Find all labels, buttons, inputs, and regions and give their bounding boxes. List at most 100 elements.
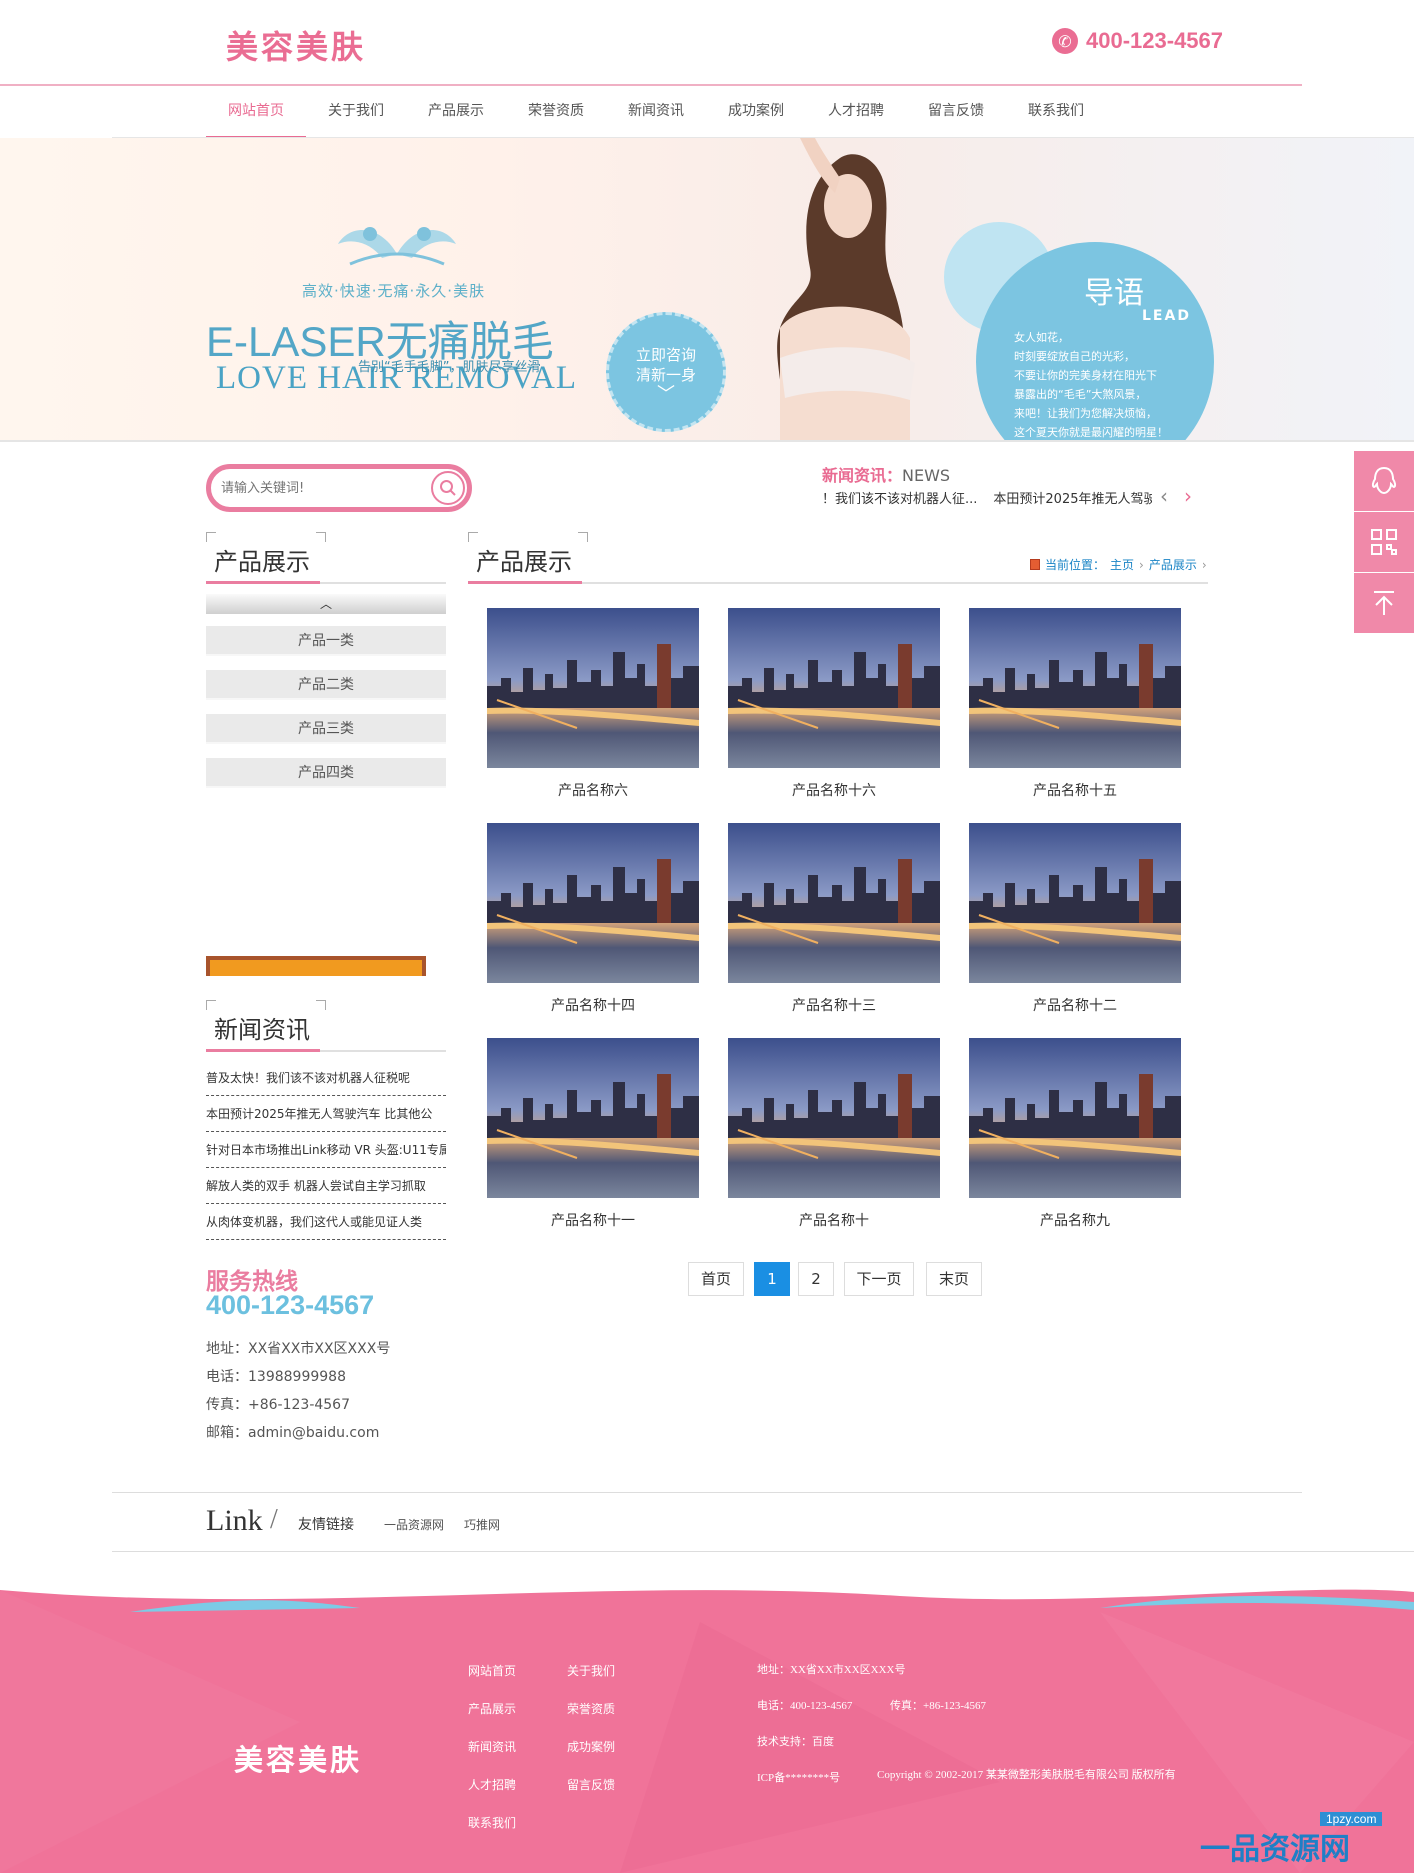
banner-divider [0, 440, 1414, 442]
product-name[interactable]: 产品名称十一 [487, 1210, 699, 1230]
product-image[interactable] [728, 1038, 940, 1198]
product-image[interactable] [728, 608, 940, 768]
contact-fax: 传真：+86-123-4567 [206, 1397, 350, 1413]
footer-nav-item[interactable]: 关于我们 [567, 1662, 615, 1679]
link-slash: / [270, 1504, 278, 1535]
news-ticker-item[interactable]: 本田预计2025年推无人驾驶汽车 [993, 492, 1152, 507]
search-box [206, 464, 472, 512]
page-last-button[interactable]: 末页 [926, 1262, 982, 1296]
footer-fax: 传真：+86-123-4567 [890, 1700, 987, 1712]
product-card[interactable]: 产品名称九 [969, 1038, 1181, 1230]
product-card[interactable]: 产品名称十四 [487, 823, 699, 1015]
hero-banner[interactable]: 高效·快速·无痛·永久·美肤 E-LASER无痛脱毛 LOVE HAIR REM… [0, 138, 1414, 440]
nav-item-feedback[interactable]: 留言反馈 [906, 86, 1006, 138]
nav-item-jobs[interactable]: 人才招聘 [806, 86, 906, 138]
qq-icon [1371, 466, 1397, 495]
scroll-bar[interactable] [206, 956, 426, 976]
chevron-right-icon: › [1139, 557, 1144, 572]
chevron-up-icon[interactable]: ︿ [206, 594, 446, 614]
product-card[interactable]: 产品名称十三 [728, 823, 940, 1015]
product-image[interactable] [969, 1038, 1181, 1198]
news-list-item[interactable]: 普及太快！我们该不该对机器人征税呢 [206, 1060, 446, 1096]
product-image[interactable] [487, 1038, 699, 1198]
nav-item-home[interactable]: 网站首页 [206, 86, 306, 138]
site-logo[interactable]: 美容美肤 [226, 22, 366, 68]
footer-nav-item[interactable]: 联系我们 [468, 1814, 516, 1831]
header-phone-number: 400-123-4567 [1086, 28, 1224, 53]
header-phone: ✆ 400-123-4567 [1052, 28, 1223, 54]
nav-item-about[interactable]: 关于我们 [306, 86, 406, 138]
footer-nav-item[interactable]: 成功案例 [567, 1738, 615, 1755]
news-ticker-item[interactable]: ！我们该不该对机器人征... [822, 492, 977, 507]
qr-code-button[interactable] [1354, 512, 1414, 572]
phone-icon: ✆ [1052, 28, 1078, 54]
page-first-button[interactable]: 首页 [688, 1262, 744, 1296]
footer-nav-item[interactable]: 新闻资讯 [468, 1738, 516, 1755]
hotline-number: 400-123-4567 [206, 1290, 375, 1320]
link-word: Link [206, 1504, 263, 1537]
news-list-item[interactable]: 本田预计2025年推无人驾驶汽车 比其他公 [206, 1096, 446, 1132]
chevron-right-icon: › [1201, 557, 1207, 572]
product-name[interactable]: 产品名称十五 [969, 780, 1181, 800]
category-item[interactable]: 产品三类 [206, 714, 446, 744]
page-2-button[interactable]: 2 [798, 1262, 834, 1296]
breadcrumb-current[interactable]: 产品展示 [1149, 556, 1197, 573]
footer-nav-item[interactable]: 荣誉资质 [567, 1700, 615, 1717]
nav-item-cases[interactable]: 成功案例 [706, 86, 806, 138]
breadcrumb-home[interactable]: 主页 [1110, 556, 1134, 573]
product-card[interactable]: 产品名称十二 [969, 823, 1181, 1015]
chevron-left-icon[interactable]: ‹ [1160, 484, 1168, 508]
flag-icon [1030, 559, 1040, 570]
ornament-icon [338, 227, 456, 266]
category-item[interactable]: 产品二类 [206, 670, 446, 700]
product-image[interactable] [487, 608, 699, 768]
category-item[interactable]: 产品四类 [206, 758, 446, 788]
news-list-item[interactable]: 解放人类的双手 机器人尝试自主学习抓取 [206, 1168, 446, 1204]
product-image[interactable] [969, 608, 1181, 768]
product-name[interactable]: 产品名称六 [487, 780, 699, 800]
nav-item-products[interactable]: 产品展示 [406, 86, 506, 138]
chevron-down-icon: ﹀ [657, 384, 675, 405]
product-name[interactable]: 产品名称十 [728, 1210, 940, 1230]
product-image[interactable] [728, 823, 940, 983]
product-name[interactable]: 产品名称九 [969, 1210, 1181, 1230]
search-input[interactable] [221, 473, 421, 503]
product-card[interactable]: 产品名称六 [487, 608, 699, 800]
back-to-top-button[interactable] [1354, 573, 1414, 633]
news-list-item[interactable]: 从肉体变机器，我们这代人或能见证人类 [206, 1204, 446, 1240]
footer-logo[interactable]: 美容美肤 [234, 1737, 362, 1779]
nav-item-news[interactable]: 新闻资讯 [606, 86, 706, 138]
product-card[interactable]: 产品名称十 [728, 1038, 940, 1230]
search-button[interactable] [431, 471, 465, 505]
chevron-right-icon[interactable]: › [1184, 484, 1192, 508]
friend-link[interactable]: 巧推网 [464, 1516, 500, 1533]
footer-nav-item[interactable]: 网站首页 [468, 1662, 516, 1679]
product-card[interactable]: 产品名称十六 [728, 608, 940, 800]
lead-english: LEAD [1142, 308, 1191, 324]
product-card[interactable]: 产品名称十一 [487, 1038, 699, 1230]
qq-chat-button[interactable] [1354, 451, 1414, 511]
footer-nav-item[interactable]: 人才招聘 [468, 1776, 516, 1793]
product-image[interactable] [487, 823, 699, 983]
product-name[interactable]: 产品名称十四 [487, 995, 699, 1015]
footer-phone: 电话：400-123-4567 [757, 1700, 853, 1712]
product-image[interactable] [969, 823, 1181, 983]
product-card[interactable]: 产品名称十五 [969, 608, 1181, 800]
sidebar-news-title: 新闻资讯 [214, 1016, 310, 1044]
page-1-button[interactable]: 1 [754, 1262, 790, 1296]
consult-button[interactable]: 立即咨询 清新一身 ﹀ [606, 312, 726, 432]
footer-nav-item[interactable]: 产品展示 [468, 1700, 516, 1717]
nav-item-honors[interactable]: 荣誉资质 [506, 86, 606, 138]
friend-link[interactable]: 一品资源网 [384, 1516, 444, 1533]
product-name[interactable]: 产品名称十三 [728, 995, 940, 1015]
page-next-button[interactable]: 下一页 [844, 1262, 914, 1296]
product-name[interactable]: 产品名称十六 [728, 780, 940, 800]
news-list-item[interactable]: 针对日本市场推出Link移动 VR 头盔:U11专属 [206, 1132, 446, 1168]
footer-nav-item[interactable]: 留言反馈 [567, 1776, 615, 1793]
nav-item-contact[interactable]: 联系我们 [1006, 86, 1106, 138]
city-skyline-image [969, 608, 1181, 768]
product-name[interactable]: 产品名称十二 [969, 995, 1181, 1015]
accent-bar [468, 581, 582, 584]
category-item[interactable]: 产品一类 [206, 626, 446, 656]
divider [112, 1492, 1302, 1493]
